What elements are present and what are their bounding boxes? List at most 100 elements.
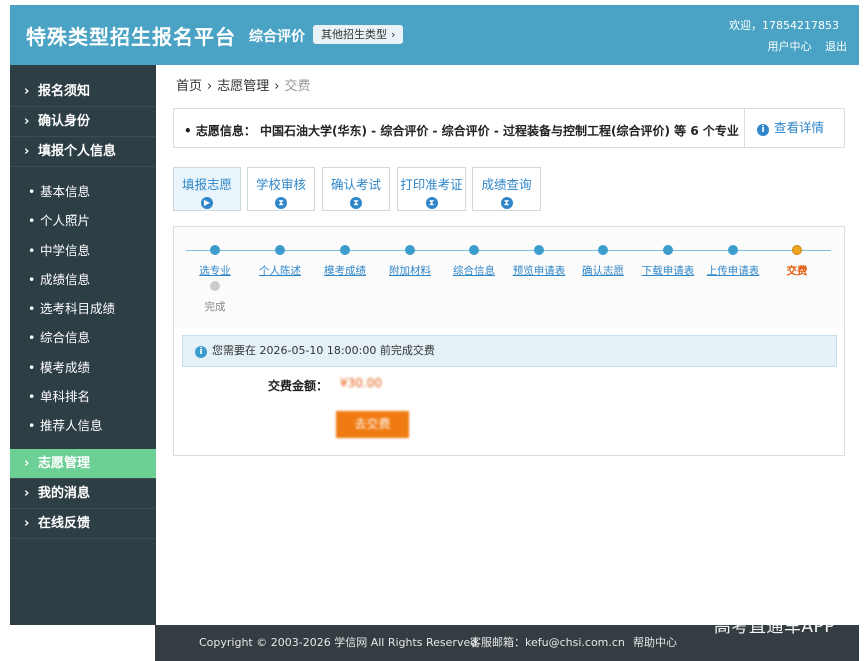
tab-school-review[interactable]: 学校审核 ⧗ (247, 167, 315, 211)
step-select-major[interactable]: 选专业 (185, 245, 245, 278)
sidebar-subitem-school[interactable]: • 中学信息 (10, 236, 156, 265)
tab-label: 成绩查询 (481, 177, 532, 192)
step-confirm-application[interactable]: 确认志愿 (573, 245, 633, 278)
step-comprehensive-info[interactable]: 综合信息 (444, 245, 504, 278)
fee-amount-label: 交费金额： (268, 379, 329, 393)
chevron-right-icon: › (391, 28, 396, 41)
chevron-right-icon: › (24, 84, 30, 99)
sidebar-subitem-basic-info[interactable]: • 基本信息 (10, 177, 156, 206)
step-label: 模考成绩 (324, 265, 366, 277)
chevron-right-icon: › (24, 144, 30, 159)
sidebar-subitem-label: 成绩信息 (40, 271, 91, 287)
step-label: 上传申请表 (706, 265, 760, 277)
app-frame: 特殊类型招生报名平台 综合评价 其他招生类型 › 欢迎，17854217853 用… (0, 0, 865, 661)
step-label: 选专业 (199, 265, 231, 277)
tab-label: 确认考试 (330, 177, 381, 192)
sidebar-item-label: 在线反馈 (38, 515, 91, 531)
pay-button[interactable]: 去交费 (336, 411, 409, 438)
help-center-link[interactable]: 帮助中心 (633, 625, 677, 661)
tab-label: 填报志愿 (181, 177, 232, 192)
breadcrumb-section[interactable]: 志愿管理 (217, 79, 269, 94)
step-mock-scores[interactable]: 模考成绩 (315, 245, 375, 278)
progress-steps: 选专业 个人陈述 模考成绩 附加材料 综合信息 预览申请表 确认志愿 下载申请表… (174, 227, 844, 327)
user-center-link[interactable]: 用户中心 (768, 40, 812, 53)
bullet-icon: • (28, 184, 36, 199)
step-label: 下载申请表 (641, 265, 695, 277)
sidebar-subitem-mock-exam[interactable]: • 模考成绩 (10, 353, 156, 382)
other-type-button[interactable]: 其他招生类型 › (313, 25, 404, 44)
sidebar-subitem-label: 中学信息 (40, 242, 91, 258)
sidebar-subitem-label: 单科排名 (40, 389, 91, 405)
step-download-form[interactable]: 下载申请表 (638, 245, 698, 278)
view-details-link[interactable]: i 查看详情 (744, 109, 844, 147)
step-label: 附加材料 (389, 265, 431, 277)
step-dot (210, 281, 220, 291)
sidebar-item-label: 确认身份 (38, 114, 91, 129)
bullet-icon: • (28, 271, 36, 287)
logout-link[interactable]: 退出 (825, 40, 847, 53)
sidebar-item-personal-info[interactable]: › 填报个人信息 (10, 137, 156, 167)
step-additional-materials[interactable]: 附加材料 (380, 245, 440, 278)
step-dot (534, 245, 544, 255)
step-personal-statement[interactable]: 个人陈述 (250, 245, 310, 278)
sidebar-subitem-label: 综合信息 (40, 330, 91, 346)
sidebar-subitem-comprehensive[interactable]: • 综合信息 (10, 323, 156, 352)
sidebar-item-feedback[interactable]: › 在线反馈 (10, 509, 156, 539)
sidebar-subitem-grades[interactable]: • 成绩信息 (10, 265, 156, 294)
copyright-text: Copyright © 2003-2026 学信网 All Rights Res… (199, 636, 478, 649)
step-dot (792, 245, 802, 255)
info-icon: i (757, 124, 769, 136)
sidebar-item-label: 我的消息 (38, 485, 91, 501)
view-details-label: 查看详情 (774, 120, 825, 135)
fee-amount-value: ¥30.00 (340, 376, 382, 390)
sidebar-subitem-label: 选考科目成绩 (40, 301, 116, 317)
bullet-icon: • (28, 418, 36, 434)
step-payment: 交费 (767, 245, 827, 278)
user-links: 用户中心 退出 (758, 38, 848, 54)
sidebar-subitem-referee[interactable]: • 推荐人信息 (10, 411, 156, 440)
sidebar-item-application[interactable]: › 志愿管理 (10, 448, 156, 479)
admission-type-label: 综合评价 (249, 29, 305, 45)
tab-fill-application[interactable]: 填报志愿 ▶ (173, 167, 241, 211)
step-label: 确认志愿 (582, 265, 624, 277)
tab-confirm-exam[interactable]: 确认考试 ⧗ (322, 167, 390, 211)
sidebar-item-messages[interactable]: › 我的消息 (10, 479, 156, 509)
sidebar-subitem-photo[interactable]: • 个人照片 (10, 206, 156, 235)
hourglass-icon: ⧗ (275, 197, 287, 209)
chevron-right-icon: › (24, 114, 30, 129)
tab-print-admission[interactable]: 打印准考证 ⧗ (397, 167, 466, 211)
step-label: 完成 (204, 301, 226, 313)
step-upload-form[interactable]: 上传申请表 (703, 245, 763, 278)
step-label: 个人陈述 (259, 265, 301, 277)
sidebar-item-label: 志愿管理 (38, 455, 91, 471)
sidebar-item-label: 填报个人信息 (38, 144, 117, 159)
sidebar-item-identity[interactable]: › 确认身份 (10, 107, 156, 137)
support-email: 客服邮箱：kefu@chsi.com.cn (470, 636, 625, 649)
payment-deadline-notice: i 您需要在 2026-05-10 18:00:00 前完成交费 (182, 335, 837, 367)
sidebar-subitem-elective-grades[interactable]: • 选考科目成绩 (10, 294, 156, 323)
bullet-icon: • (28, 330, 36, 346)
top-header: 特殊类型招生报名平台 综合评价 其他招生类型 › 欢迎，17854217853 用… (10, 5, 859, 65)
step-complete: 完成 (185, 281, 245, 314)
chevron-right-icon: › (24, 455, 30, 471)
application-summary: • 志愿信息： 中国石油大学(华东) - 综合评价 - 综合评价 - 过程装备与… (184, 124, 739, 138)
sidebar: › 报名须知 › 确认身份 › 填报个人信息 • 基本信息 • 个人照片 • 中学信息 • 成… (10, 65, 156, 625)
step-label: 预览申请表 (512, 265, 566, 277)
step-dot (469, 245, 479, 255)
sidebar-subitem-label: 个人照片 (40, 213, 91, 229)
sidebar-subitem-label: 基本信息 (40, 184, 91, 199)
tab-score-query[interactable]: 成绩查询 ⧗ (472, 167, 541, 211)
application-info-bar: • 志愿信息： 中国石油大学(华东) - 综合评价 - 综合评价 - 过程装备与… (173, 108, 845, 148)
bullet-icon: • (28, 359, 36, 375)
step-dot (598, 245, 608, 255)
chevron-right-icon: › (24, 515, 30, 531)
bullet-icon: • (28, 242, 36, 258)
chevron-right-icon: › (274, 79, 280, 94)
breadcrumb-home[interactable]: 首页 (176, 79, 202, 94)
sidebar-item-notice[interactable]: › 报名须知 (10, 77, 156, 107)
sidebar-subitem-subject-rank[interactable]: • 单科排名 (10, 382, 156, 411)
hourglass-icon: ⧗ (500, 197, 513, 209)
watermark-text: 高考直通车APP (713, 617, 835, 637)
step-preview-form[interactable]: 预览申请表 (509, 245, 569, 278)
sidebar-item-label: 报名须知 (38, 84, 91, 99)
